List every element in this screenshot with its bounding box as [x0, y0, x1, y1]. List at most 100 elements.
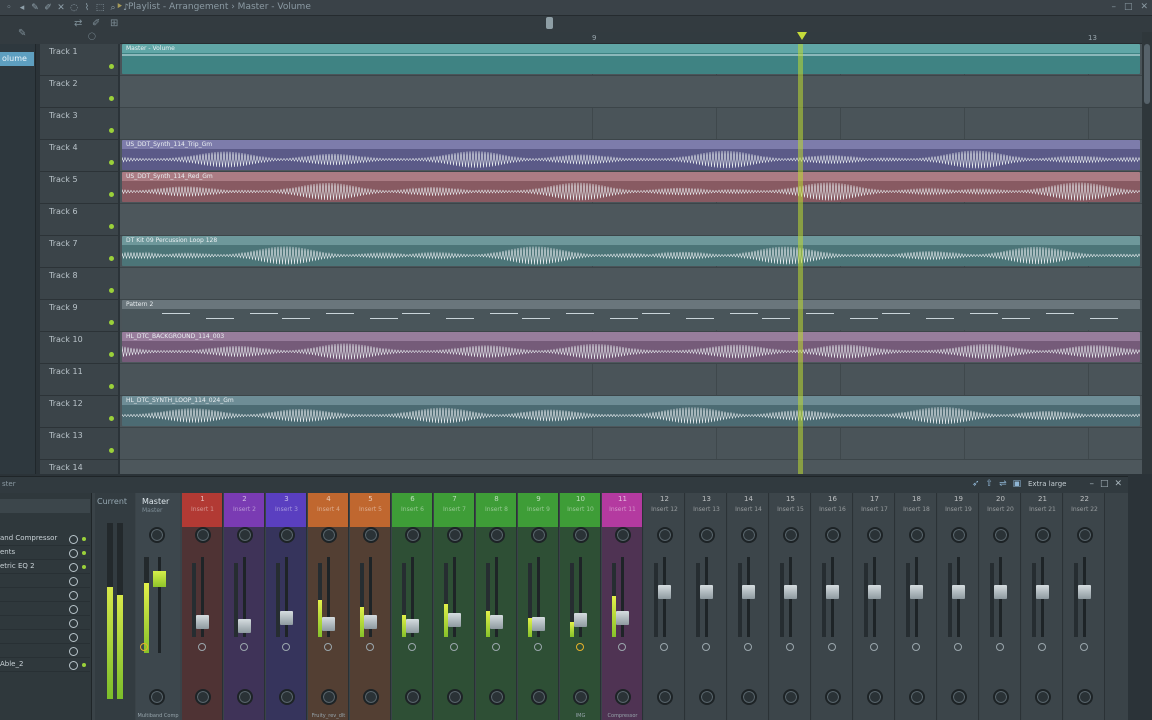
song-position-slider[interactable]	[546, 17, 553, 29]
route-led[interactable]	[744, 643, 752, 651]
effect-slot[interactable]	[0, 589, 90, 602]
master-pan-knob[interactable]	[149, 527, 165, 543]
volume-fader[interactable]	[448, 613, 461, 627]
route-led[interactable]	[870, 643, 878, 651]
insert-strip[interactable]: 10 Insert 10 IMG	[560, 493, 601, 720]
volume-fader[interactable]	[532, 617, 545, 631]
slot-enable-led[interactable]	[82, 551, 86, 555]
volume-fader[interactable]	[1036, 585, 1049, 599]
track-lane[interactable]: HL_DTC_BACKGROUND_114_003	[120, 332, 1142, 364]
stereo-knob[interactable]	[279, 689, 295, 705]
track-lane[interactable]	[120, 76, 1142, 108]
volume-fader[interactable]	[196, 615, 209, 629]
slot-enable-led[interactable]	[82, 565, 86, 569]
delete-icon[interactable]: ✕	[56, 3, 66, 13]
volume-fader[interactable]	[658, 585, 671, 599]
pan-knob[interactable]	[405, 527, 421, 543]
slot-mix-knob[interactable]	[69, 633, 78, 642]
track-header[interactable]: Track 7	[40, 236, 118, 268]
track-lane[interactable]: Pattern 2	[120, 300, 1142, 332]
volume-fader[interactable]	[490, 615, 503, 629]
route-led[interactable]	[408, 643, 416, 651]
track-header[interactable]: Track 11	[40, 364, 118, 396]
clip[interactable]: Pattern 2	[122, 300, 1140, 330]
volume-fader[interactable]	[784, 585, 797, 599]
insert-strip[interactable]: 3 Insert 3	[266, 493, 307, 720]
clip[interactable]: DT Kit 09 Percussion Loop 128	[122, 236, 1140, 266]
volume-fader[interactable]	[826, 585, 839, 599]
pan-knob[interactable]	[867, 527, 883, 543]
volume-fader[interactable]	[742, 585, 755, 599]
track-enable-led[interactable]	[109, 128, 114, 133]
snap-icon[interactable]: ⇄	[74, 18, 82, 29]
insert-strip[interactable]: 13 Insert 13	[686, 493, 727, 720]
insert-strip[interactable]: 15 Insert 15	[770, 493, 811, 720]
track-header[interactable]: Track 10	[40, 332, 118, 364]
timeline-ruler[interactable]: 91317	[120, 32, 1142, 44]
effect-slot[interactable]: Able_2	[0, 659, 90, 672]
route-led[interactable]	[828, 643, 836, 651]
stereo-knob[interactable]	[573, 689, 589, 705]
volume-fader[interactable]	[910, 585, 923, 599]
pan-knob[interactable]	[657, 527, 673, 543]
effect-slot[interactable]: and Compressor	[0, 533, 90, 546]
track-header[interactable]: Track 9	[40, 300, 118, 332]
stereo-knob[interactable]	[531, 689, 547, 705]
pan-knob[interactable]	[741, 527, 757, 543]
pan-knob[interactable]	[615, 527, 631, 543]
track-enable-led[interactable]	[109, 96, 114, 101]
route-led[interactable]	[1038, 643, 1046, 651]
stereo-knob[interactable]	[405, 689, 421, 705]
route-led[interactable]	[996, 643, 1004, 651]
pattern-icon[interactable]: ✐	[92, 18, 100, 29]
track-header[interactable]: Track 6	[40, 204, 118, 236]
volume-fader[interactable]	[238, 619, 251, 633]
pan-knob[interactable]	[321, 527, 337, 543]
layout-icon[interactable]: ▣	[1013, 479, 1022, 489]
mute-icon[interactable]: ◌	[69, 3, 79, 13]
insert-strip[interactable]: 20 Insert 20	[980, 493, 1021, 720]
effect-slot[interactable]	[0, 575, 90, 588]
pan-knob[interactable]	[279, 527, 295, 543]
effect-slot[interactable]: etric EQ 2	[0, 561, 90, 574]
route-led[interactable]	[240, 643, 248, 651]
pan-knob[interactable]	[951, 527, 967, 543]
arrow-left-icon[interactable]: ◂	[17, 3, 27, 13]
track-header[interactable]: Track 3	[40, 108, 118, 140]
track-enable-led[interactable]	[109, 448, 114, 453]
close-icon[interactable]: ✕	[1140, 2, 1148, 12]
route-led[interactable]	[366, 643, 374, 651]
stereo-knob[interactable]	[993, 689, 1009, 705]
insert-strip[interactable]: 12 Insert 12	[644, 493, 685, 720]
insert-strip[interactable]: 18 Insert 18	[896, 493, 937, 720]
arrangement-area[interactable]: Master - Volume US_DDT_Synth_114_Trip_Gm U…	[120, 44, 1142, 474]
insert-strip[interactable]: 16 Insert 16	[812, 493, 853, 720]
vertical-scrollbar[interactable]	[1142, 32, 1152, 474]
track-enable-led[interactable]	[109, 192, 114, 197]
track-enable-led[interactable]	[109, 416, 114, 421]
close-icon[interactable]: ✕	[1114, 479, 1122, 489]
slot-mix-knob[interactable]	[69, 535, 78, 544]
browser-selected-item[interactable]: olume	[0, 52, 34, 66]
slot-mix-knob[interactable]	[69, 563, 78, 572]
pan-knob[interactable]	[531, 527, 547, 543]
track-header[interactable]: Track 4	[40, 140, 118, 172]
pan-knob[interactable]	[195, 527, 211, 543]
insert-strip[interactable]: 5 Insert 5	[350, 493, 391, 720]
track-enable-led[interactable]	[109, 320, 114, 325]
track-header[interactable]: Track 1	[40, 44, 118, 76]
stereo-knob[interactable]	[699, 689, 715, 705]
slot-mix-knob[interactable]	[69, 605, 78, 614]
playhead-marker[interactable]	[797, 32, 807, 40]
pan-knob[interactable]	[825, 527, 841, 543]
pan-knob[interactable]	[783, 527, 799, 543]
pan-knob[interactable]	[489, 527, 505, 543]
view-mode-select[interactable]: Extra large	[1028, 480, 1066, 488]
pan-knob[interactable]	[447, 527, 463, 543]
slot-mix-knob[interactable]	[69, 619, 78, 628]
slot-enable-led[interactable]	[82, 537, 86, 541]
stereo-knob[interactable]	[447, 689, 463, 705]
volume-fader[interactable]	[700, 585, 713, 599]
insert-strip[interactable]: 6 Insert 6	[392, 493, 433, 720]
route-led[interactable]	[786, 643, 794, 651]
